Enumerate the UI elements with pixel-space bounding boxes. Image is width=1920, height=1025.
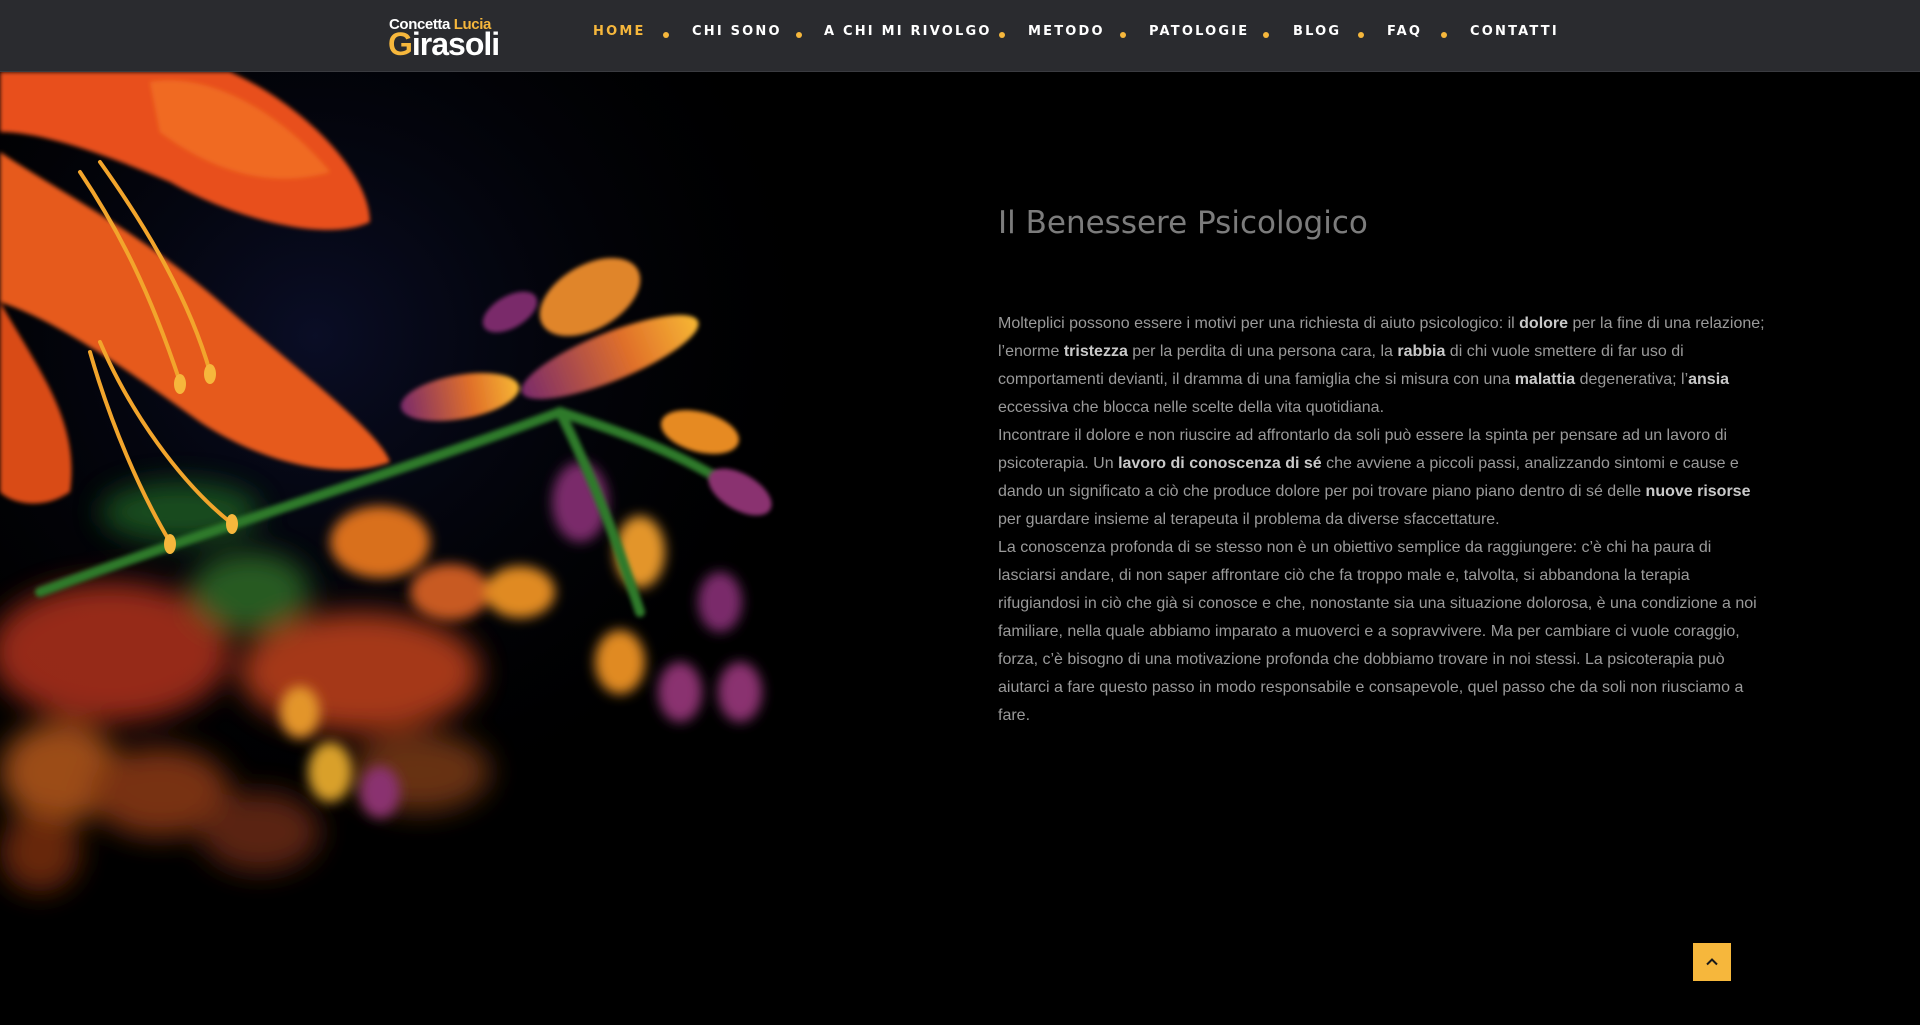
- main-nav: HOME CHI SONO A CHI MI RIVOLGO METODO PA…: [0, 24, 1920, 44]
- site-header: Concetta Lucia Girasoli HOME CHI SONO A …: [0, 0, 1920, 72]
- main-content: Il Benessere Psicologico Molteplici poss…: [998, 205, 1768, 730]
- nav-item-metodo[interactable]: METODO: [1028, 24, 1105, 39]
- nav-separator-dot: [1263, 32, 1269, 38]
- emphasis-text: nuove risorse: [1645, 483, 1751, 500]
- nav-item-patologie[interactable]: PATOLOGIE: [1149, 24, 1249, 39]
- text-run: degenerativa; l’: [1575, 371, 1689, 388]
- text-run: eccessiva che blocca nelle scelte della …: [998, 399, 1385, 416]
- emphasis-text: rabbia: [1397, 343, 1446, 360]
- nav-separator-dot: [999, 32, 1005, 38]
- text-run: per guardare insieme al terapeuta il pro…: [998, 511, 1500, 528]
- nav-item-a-chi-mi-rivolgo[interactable]: A CHI MI RIVOLGO: [824, 24, 992, 39]
- nav-separator-dot: [796, 32, 802, 38]
- emphasis-text: dolore: [1519, 315, 1569, 332]
- paragraph: Incontrare il dolore e non riuscire ad a…: [998, 422, 1768, 534]
- nav-item-contatti[interactable]: CONTATTI: [1470, 24, 1559, 39]
- page: Concetta Lucia Girasoli HOME CHI SONO A …: [0, 0, 1920, 1025]
- text-run: La conoscenza profonda di se stesso non …: [998, 539, 1757, 724]
- nav-separator-dot: [1441, 32, 1447, 38]
- nav-item-home[interactable]: HOME: [593, 24, 646, 39]
- intro-text: Molteplici possono essere i motivi per u…: [998, 310, 1768, 730]
- page-title: Il Benessere Psicologico: [998, 205, 1368, 241]
- emphasis-text: malattia: [1514, 371, 1576, 388]
- emphasis-text: tristezza: [1063, 343, 1128, 360]
- back-to-top-button[interactable]: [1693, 943, 1731, 981]
- emphasis-text: lavoro di conoscenza di sé: [1118, 455, 1322, 472]
- paragraph: Molteplici possono essere i motivi per u…: [998, 310, 1768, 422]
- nav-separator-dot: [1358, 32, 1364, 38]
- nav-separator-dot: [1120, 32, 1126, 38]
- nav-item-chi-sono[interactable]: CHI SONO: [692, 24, 782, 39]
- text-run: per la perdita di una persona cara, la: [1127, 343, 1398, 360]
- chevron-up-icon: [1706, 958, 1718, 966]
- hero-flower-image: [0, 72, 900, 952]
- nav-item-faq[interactable]: FAQ: [1387, 24, 1422, 39]
- nav-item-blog[interactable]: BLOG: [1293, 24, 1341, 39]
- paragraph: La conoscenza profonda di se stesso non …: [998, 534, 1768, 730]
- text-run: Molteplici possono essere i motivi per u…: [998, 315, 1520, 332]
- nav-separator-dot: [663, 32, 669, 38]
- emphasis-text: ansia: [1688, 371, 1730, 388]
